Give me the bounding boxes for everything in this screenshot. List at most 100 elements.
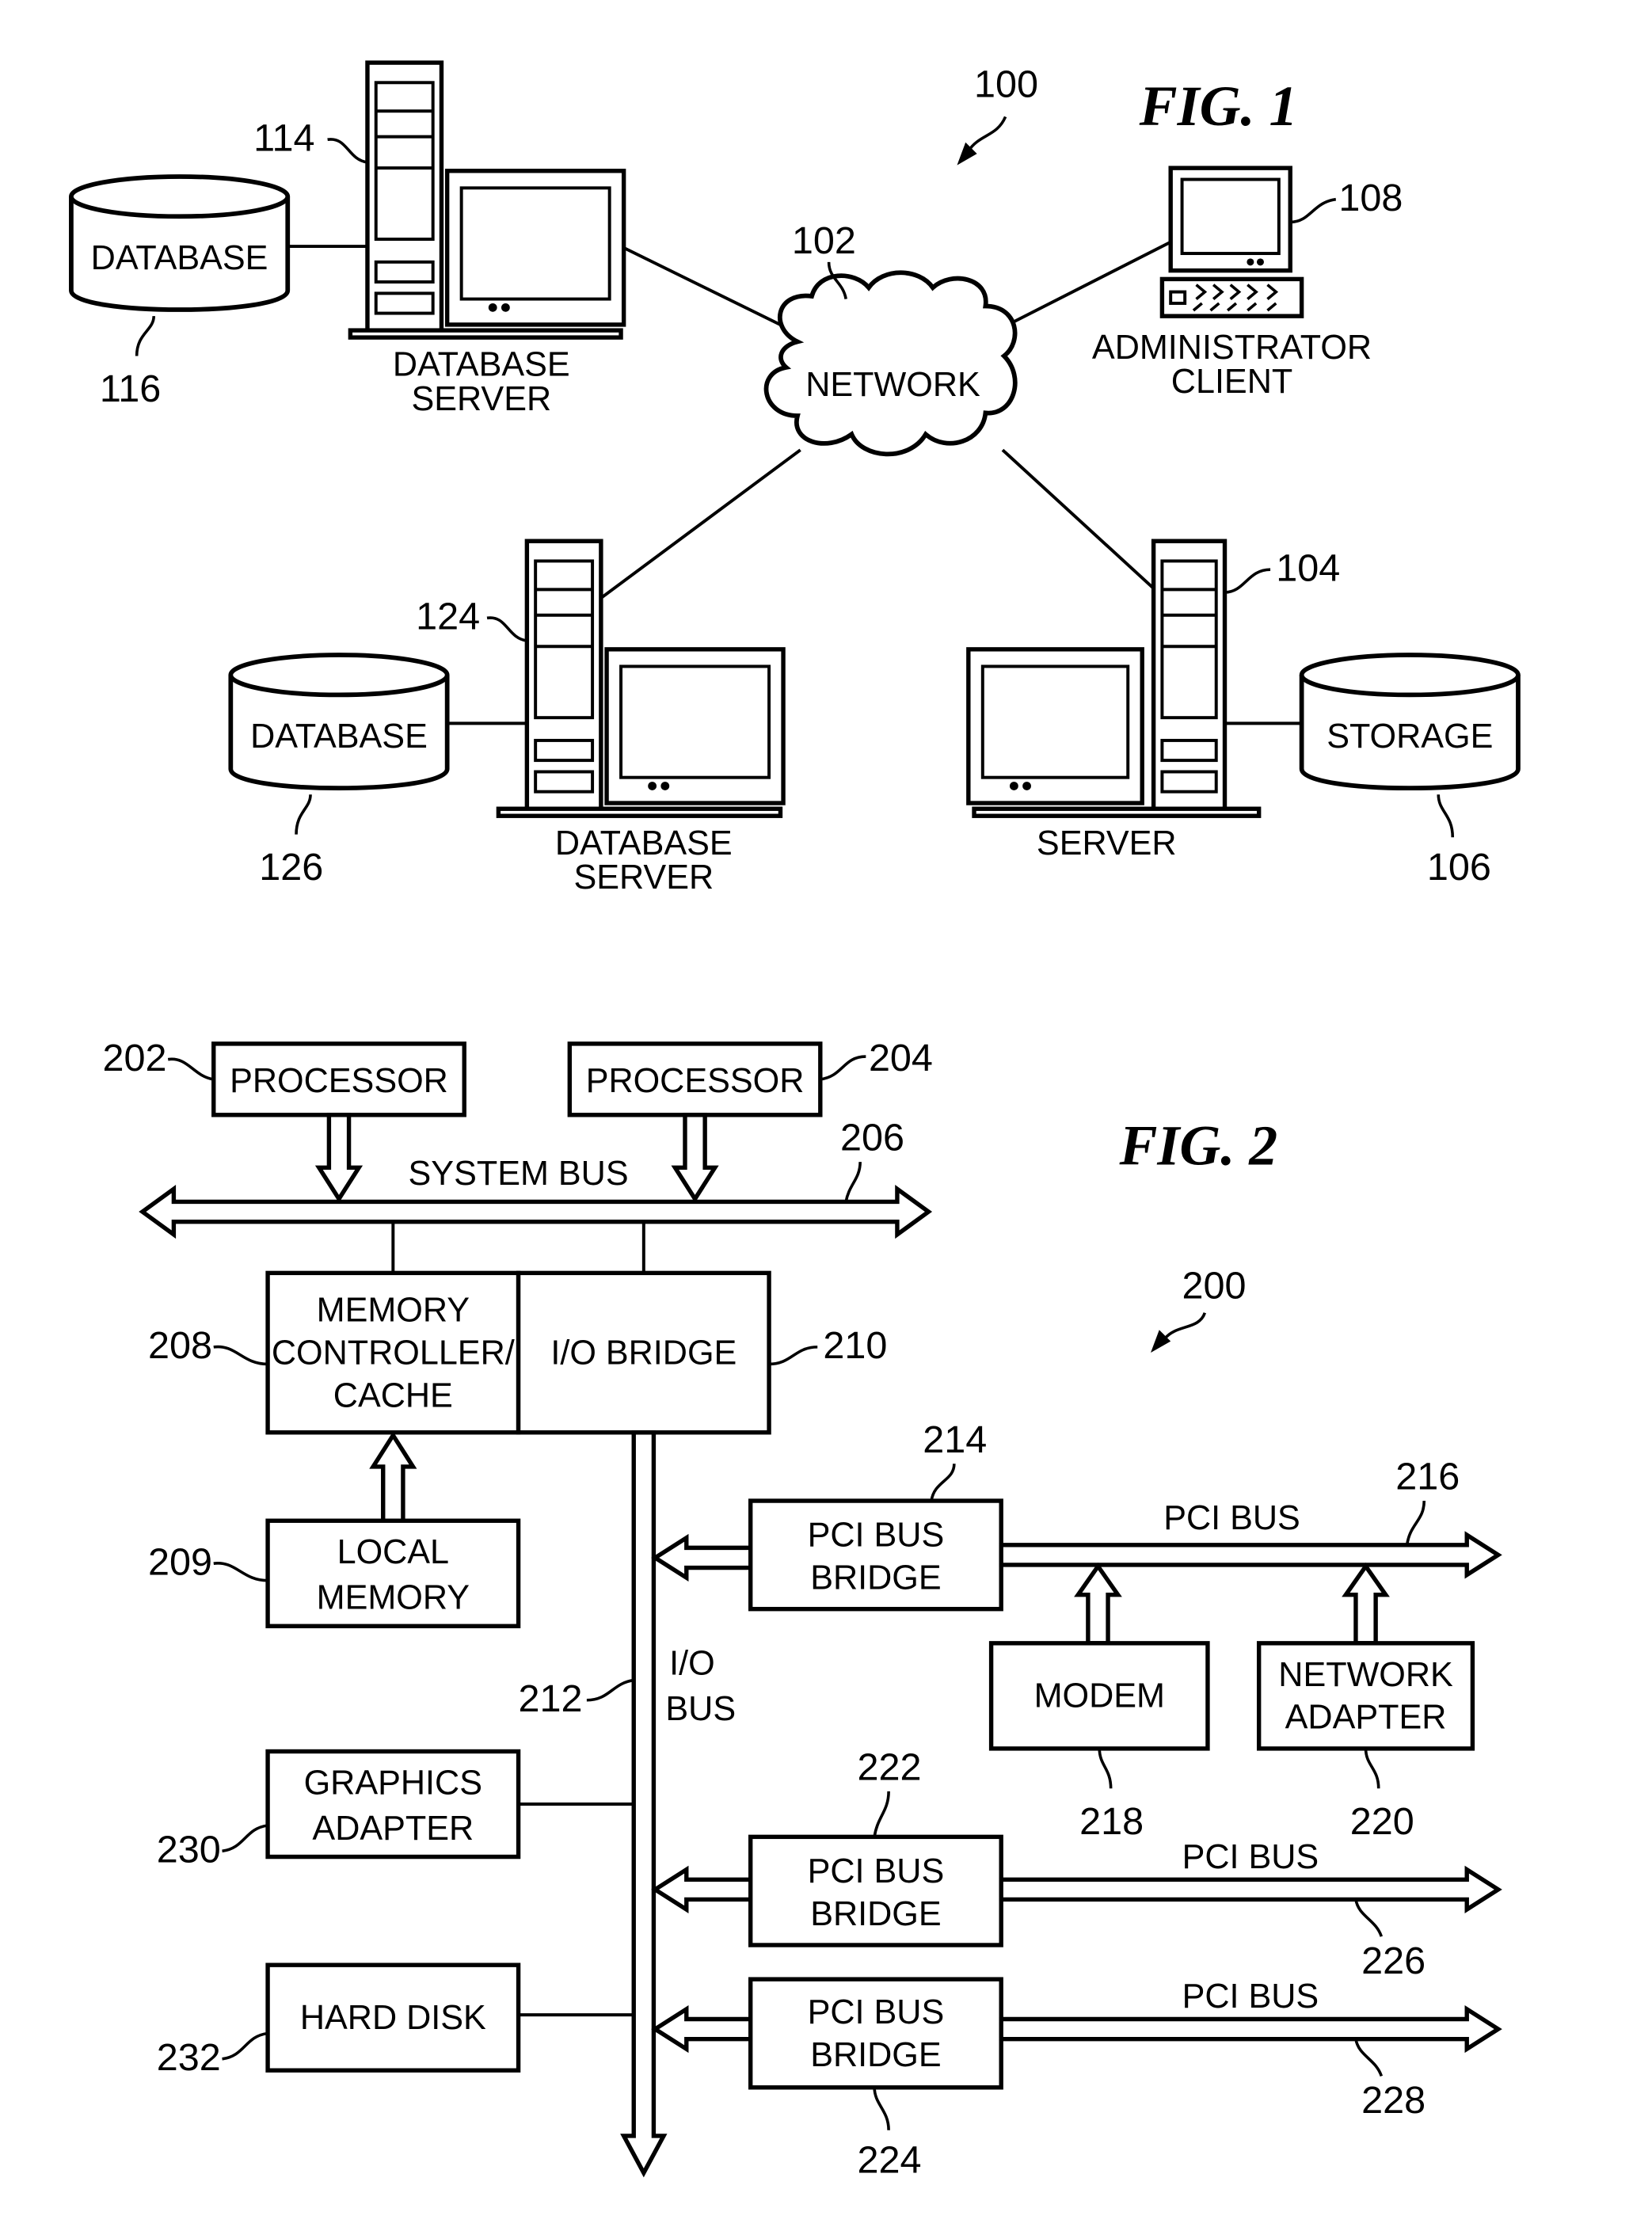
administrator-client-label-2: CLIENT — [1171, 363, 1292, 401]
monitor-knob — [660, 782, 670, 790]
processor-1-ref: 202 — [102, 1037, 166, 1079]
cylinder-top-icon — [228, 653, 450, 698]
pci-bus-bridge-1[interactable]: PCI BUS BRIDGE — [748, 1498, 1003, 1612]
admin-client-leader — [1290, 197, 1337, 224]
network-adapter-line-1: NETWORK — [1278, 1656, 1453, 1694]
graphics-adapter-line-2: ADAPTER — [312, 1810, 474, 1848]
io-bridge-ref: 210 — [823, 1324, 887, 1367]
network-adapter[interactable]: NETWORK ADAPTER — [1256, 1641, 1475, 1751]
pci-bus-1-ref: 216 — [1395, 1456, 1460, 1498]
local-memory[interactable]: LOCAL MEMORY — [265, 1518, 521, 1628]
storage-ref: 106 — [1427, 846, 1491, 889]
system-bus-label: SYSTEM BUS — [409, 1155, 629, 1193]
network-adapter-leader — [1364, 1748, 1380, 1789]
system-bus-arrow-icon[interactable] — [139, 1184, 933, 1239]
administrator-client-label-1: ADMINISTRATOR — [1092, 329, 1372, 367]
pci-bus-2-leader — [1354, 1899, 1384, 1937]
database-bottom-ref: 126 — [259, 846, 323, 889]
memory-controller-line-3: CACHE — [333, 1376, 453, 1414]
network-cloud[interactable]: NETWORK — [763, 270, 1018, 457]
processor-2-leader — [820, 1055, 866, 1081]
monitor-icon — [444, 169, 626, 327]
hard-disk-leader — [222, 2031, 268, 2061]
network-adapter-arrow-icon — [1342, 1563, 1390, 1646]
modem[interactable]: MODEM — [988, 1641, 1210, 1751]
io-bridge-leader — [769, 1346, 818, 1366]
fig2-system-ref-arrowhead-icon — [1151, 1330, 1171, 1353]
processor-1-label: PROCESSOR — [230, 1062, 448, 1100]
processor-1-bus-arrow-icon — [314, 1113, 364, 1203]
local-memory-line-2: MEMORY — [317, 1579, 470, 1617]
graphics-adapter-leader — [222, 1824, 268, 1853]
local-memory-ref: 209 — [148, 1541, 212, 1584]
cylinder-top-icon — [69, 174, 291, 219]
pci-bus-1-arrow-icon[interactable] — [999, 1531, 1502, 1579]
cylinder-top-icon — [1299, 653, 1521, 698]
database-server-top-ref: 114 — [253, 117, 314, 160]
storage-label: STORAGE — [1327, 718, 1493, 756]
hard-disk[interactable]: HARD DISK — [265, 1962, 521, 2073]
database-server-top[interactable] — [348, 60, 626, 340]
pci-bridge-1-arrow-icon — [651, 1533, 753, 1582]
system-ref-leader — [967, 116, 1007, 152]
monitor-icon — [966, 647, 1144, 805]
patent-drawing: FIG. 1 100 NETWORK 102 DATABASE 116 114 … — [69, 60, 1521, 2182]
server-ref-leader — [1224, 568, 1271, 594]
base-plate — [972, 806, 1262, 818]
administrator-client[interactable] — [1159, 166, 1304, 318]
storage[interactable]: STORAGE — [1299, 653, 1521, 790]
database-server-top-label-1: DATABASE — [393, 346, 570, 384]
link-network-dbserver-bottom — [600, 448, 801, 600]
pci-bus-3-leader — [1354, 2039, 1384, 2077]
processor-2-label: PROCESSOR — [586, 1062, 805, 1100]
pci-bridge-1-leader — [930, 1464, 956, 1502]
database-top-label: DATABASE — [91, 239, 268, 277]
database-top[interactable]: DATABASE — [69, 174, 291, 312]
monitor-knob — [1022, 782, 1031, 790]
pci-bus-bridge-2[interactable]: PCI BUS BRIDGE — [748, 1834, 1003, 1947]
pci-bridge-2-ref: 222 — [858, 1745, 922, 1788]
monitor-knob — [1247, 258, 1254, 266]
pci-bridge-3-line-1: PCI BUS — [808, 1993, 945, 2031]
processor-2-bus-arrow-icon — [671, 1113, 719, 1203]
system-bus-ref: 206 — [840, 1117, 904, 1159]
hard-disk-ref: 232 — [157, 2036, 221, 2079]
memory-controller-line-2: CONTROLLER/ — [272, 1334, 515, 1372]
monitor-icon — [604, 647, 786, 805]
io-bridge[interactable]: I/O BRIDGE — [516, 1270, 771, 1435]
pci-bridge-3-leader — [873, 2087, 890, 2130]
memory-controller-cache[interactable]: MEMORY CONTROLLER/ CACHE — [265, 1270, 521, 1435]
graphics-adapter[interactable]: GRAPHICS ADAPTER — [265, 1749, 521, 1860]
monitor-knob — [1256, 258, 1264, 266]
pci-bus-1-leader — [1405, 1500, 1426, 1546]
modem-arrow-icon — [1074, 1563, 1122, 1646]
memory-controller-ref: 208 — [148, 1324, 212, 1367]
database-bottom-label: DATABASE — [250, 718, 428, 756]
modem-ref: 218 — [1079, 1800, 1144, 1843]
pci-bus-3-ref: 228 — [1361, 2079, 1426, 2122]
pci-bridge-1-line-2: BRIDGE — [810, 1559, 941, 1597]
network-adapter-line-2: ADAPTER — [1285, 1699, 1447, 1737]
network-adapter-ref: 220 — [1350, 1800, 1414, 1843]
hard-disk-label: HARD DISK — [300, 1999, 486, 2037]
network-ref: 102 — [792, 219, 856, 262]
processor-1[interactable]: PROCESSOR — [211, 1041, 466, 1117]
pci-bus-1-label: PCI BUS — [1163, 1499, 1300, 1537]
io-bus-ref: 212 — [519, 1677, 583, 1720]
processor-2[interactable]: PROCESSOR — [567, 1041, 823, 1117]
link-network-admin — [995, 240, 1172, 332]
monitor-knob — [648, 782, 657, 790]
pci-bus-2-ref: 226 — [1361, 1940, 1426, 1982]
graphics-adapter-ref: 230 — [157, 1829, 221, 1871]
pci-bus-bridge-3[interactable]: PCI BUS BRIDGE — [748, 1977, 1003, 2090]
fig2: FIG. 2 200 PROCESSOR 202 PROCESSOR 204 S… — [102, 1037, 1502, 2182]
database-server-bottom[interactable] — [496, 539, 786, 818]
database-bottom[interactable]: DATABASE — [228, 653, 450, 790]
server[interactable] — [966, 539, 1262, 818]
database-server-top-label-2: SERVER — [411, 380, 551, 418]
pci-bus-3-label: PCI BUS — [1182, 1978, 1319, 2016]
pci-bridge-3-arrow-icon — [651, 2005, 753, 2054]
database-server-bottom-label-1: DATABASE — [555, 824, 733, 862]
administrator-client-ref: 108 — [1338, 177, 1403, 219]
pci-bridge-2-line-1: PCI BUS — [808, 1852, 945, 1890]
